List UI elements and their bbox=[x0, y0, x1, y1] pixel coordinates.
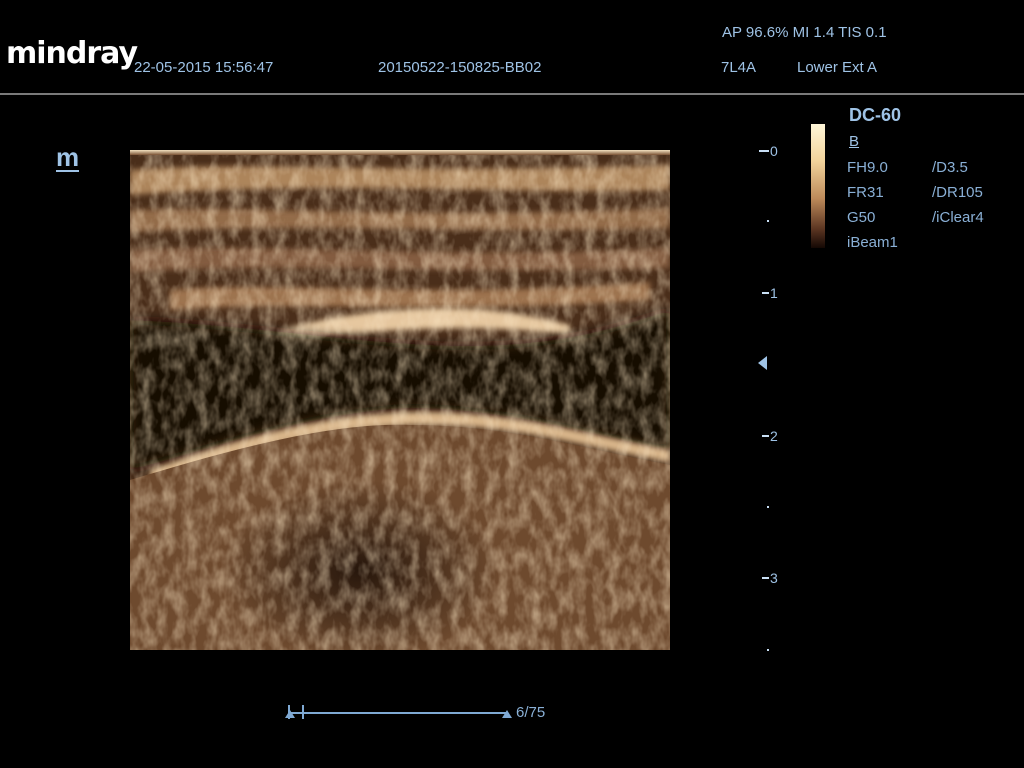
param-left-0: FH9.0 bbox=[847, 159, 888, 176]
depth-label-1: 1 bbox=[770, 285, 778, 301]
mode-icon[interactable]: m bbox=[56, 144, 80, 172]
brand-logo: mindray bbox=[6, 36, 138, 71]
param-left-1: FR31 bbox=[847, 184, 884, 201]
colormap-bar bbox=[811, 124, 825, 248]
device-model: DC-60 bbox=[849, 105, 902, 125]
depth-label-2: 2 bbox=[770, 428, 778, 444]
acoustic-output: AP 96.6% MI 1.4 TIS 0.1 bbox=[722, 24, 887, 41]
cine-position-marker[interactable] bbox=[302, 705, 304, 719]
ultrasound-image-canvas bbox=[130, 150, 670, 650]
depth-label-0: 0 bbox=[770, 143, 778, 159]
param-right-2: /iClear4 bbox=[932, 209, 984, 226]
param-left-2: G50 bbox=[847, 209, 876, 226]
depth-tick-1 bbox=[762, 292, 769, 294]
imaging-mode[interactable]: B bbox=[849, 133, 859, 150]
focus-marker-icon[interactable] bbox=[758, 356, 767, 370]
depth-dot bbox=[767, 220, 769, 222]
cine-left-triangle-icon[interactable] bbox=[285, 710, 295, 718]
datetime: 22-05-2015 15:56:47 bbox=[134, 59, 274, 76]
header-divider bbox=[0, 93, 1024, 95]
ultrasound-image[interactable] bbox=[130, 150, 670, 650]
depth-label-3: 3 bbox=[770, 570, 778, 586]
depth-dot bbox=[767, 506, 769, 508]
exam-id: 20150522-150825-BB02 bbox=[378, 59, 542, 76]
cine-frame-counter: 6/75 bbox=[516, 704, 546, 721]
probe-name: 7L4A bbox=[721, 59, 757, 76]
exam-preset: Lower Ext A bbox=[797, 59, 878, 76]
param-left-3: iBeam1 bbox=[847, 234, 898, 251]
depth-tick-2 bbox=[762, 435, 769, 437]
depth-dot bbox=[767, 649, 769, 651]
cine-right-triangle-icon[interactable] bbox=[502, 710, 512, 718]
depth-tick-3 bbox=[762, 577, 769, 579]
param-right-1: /DR105 bbox=[932, 184, 983, 201]
param-right-0: /D3.5 bbox=[932, 159, 968, 176]
cine-track[interactable] bbox=[290, 712, 508, 714]
depth-tick-0 bbox=[759, 150, 769, 152]
